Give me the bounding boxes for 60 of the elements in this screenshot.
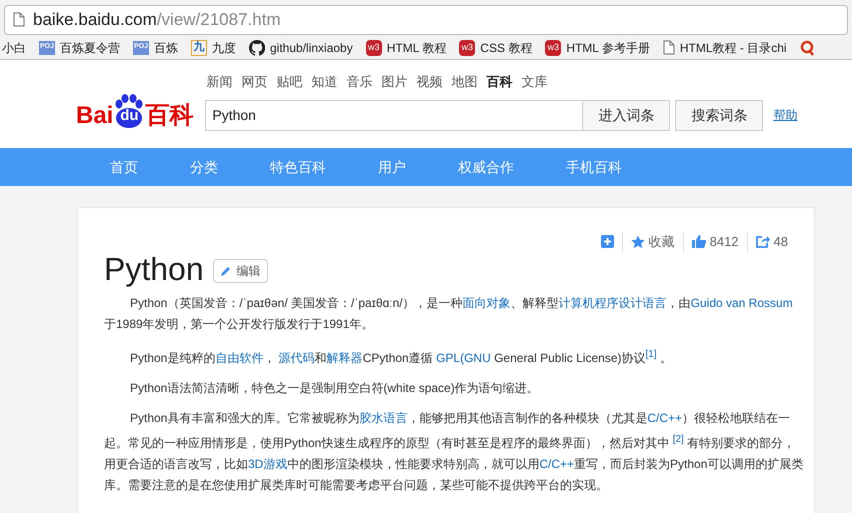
bookmark[interactable]: github/linxiaoby [249, 38, 353, 56]
enter-entry-button[interactable]: 进入词条 [583, 100, 670, 130]
baidu-baike-logo: Bai du 百科 [76, 94, 194, 128]
url-text: baike.baidu.com/view/21087.htm [33, 8, 281, 31]
toolbar-action[interactable]: 8412 [682, 232, 747, 252]
page-icon [662, 40, 675, 55]
search-entry-button[interactable]: 搜索词条 [675, 100, 764, 130]
github-icon [249, 40, 265, 56]
text-link[interactable]: 源代码 [278, 350, 315, 364]
bookmark[interactable]: 小白 [2, 38, 26, 56]
bookmark[interactable] [800, 40, 814, 56]
channel-link[interactable]: 百科 [486, 72, 512, 92]
text-link[interactable]: 解释器 [326, 350, 363, 364]
bookmark[interactable]: w3 HTML 教程 [366, 38, 446, 56]
share-icon [756, 235, 770, 248]
search-field[interactable]: Python [205, 100, 584, 130]
bookmark[interactable]: 九 九度 [191, 38, 236, 56]
channel-link[interactable]: 新闻 [206, 72, 232, 92]
q-logo-icon [800, 40, 814, 56]
text-link[interactable]: Guido van Rossum [690, 296, 793, 310]
pencil-icon [220, 264, 232, 276]
toolbar-action[interactable]: 收藏 [622, 232, 683, 252]
channel-link[interactable]: 地图 [451, 72, 478, 92]
text-link[interactable]: 自由软件 [215, 350, 264, 364]
channel-link[interactable]: 贴吧 [276, 72, 302, 92]
channel-link[interactable]: 图片 [381, 72, 408, 92]
bookmark[interactable]: w3 HTML 参考手册 [545, 38, 650, 56]
toolbar-action[interactable]: 48 [746, 232, 796, 252]
channel-link[interactable]: 网页 [241, 72, 268, 92]
w3-icon: w3 [459, 40, 476, 56]
w3-icon: w3 [366, 40, 382, 56]
channel-link[interactable]: 音乐 [346, 72, 372, 92]
text-link[interactable]: 面向对象 [462, 296, 511, 310]
paragraph: Python（英国发音：/ˈpaɪθən/ 美国发音：/ˈpaɪθɑːn/），是一种面向对象、解释型计算机程序设计语言，由Guido van Rossum 于1989年发明，第一个公开发行版发行于1991年。 [104, 294, 794, 332]
jiu-icon: 九 [191, 40, 207, 56]
text-link[interactable]: C/C++ [539, 456, 574, 470]
text-link[interactable]: 计算机程序设计语言 [558, 296, 667, 310]
channel-link[interactable]: 知道 [311, 72, 338, 92]
text-link[interactable]: GPL(GNU [436, 350, 491, 364]
reference-link[interactable]: [1] [645, 348, 657, 360]
channel-link[interactable]: 视频 [416, 72, 442, 92]
thumbs-up-icon [692, 235, 706, 248]
help-link[interactable]: 帮助 [773, 106, 798, 124]
article-title: Python [104, 250, 204, 288]
reference-link[interactable]: [2] [672, 434, 684, 444]
text-link[interactable]: C/C++ [647, 410, 682, 424]
channel-link[interactable]: 文库 [521, 72, 548, 92]
add-icon [600, 235, 614, 248]
page-icon [13, 12, 25, 27]
paragraph: Python具有丰富和强大的库。它常被昵称为胶水语言，能够把用其他语言制作的各种模块（尤其是C/C++）很轻松地联结在一起。常见的一种应用情形是，使用Python快速生成程序的原型（有时甚至是程序的最终界面），然后对其中 $^{[2]}$ 有特别要求的部分，用更合适的语言改写，比如3D游戏中的图形渲染模块，性能要求特别高，就可以用C/C++重写，而后封装为Python可以调用的扩展类库。需要注意的是在您使用扩展类库时可能需要考虑平台问题，某些可能不提供跨平台的实现。 [104, 410, 804, 494]
bookmark[interactable]: HTML教程 - 目录chi [662, 38, 787, 56]
w3-icon: w3 [545, 40, 562, 56]
paragraph: Python语法简洁清晰，特色之一是强制用空白符(white space)作为语句缩进。 [129, 380, 540, 396]
address-bar[interactable]: baike.baidu.com/view/21087.htm [4, 4, 848, 34]
paragraph: Python是纯粹的 自由软件， 源代码和解释器CPython遵循 GPL(GNU General Public License)协议$^{[1]}$ 。 [129, 348, 673, 366]
text-link[interactable]: 3D游戏 [248, 456, 288, 470]
edit-button[interactable]: 编辑 [212, 258, 268, 282]
bookmark[interactable]: w3 CSS 教程 [459, 38, 532, 56]
star-icon [630, 234, 645, 249]
text-link[interactable]: 胶水语言 [359, 410, 408, 424]
